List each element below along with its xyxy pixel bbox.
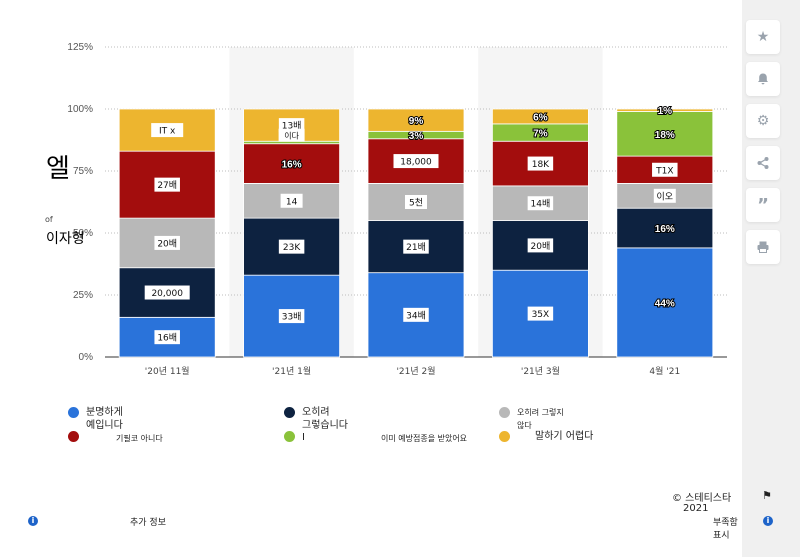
data-label: 21배 [406,242,426,253]
data-label: 3% [409,131,424,142]
additional-info-link[interactable]: 추가 정보 [130,515,166,528]
legend-label: 말하기 어렵다 [535,431,594,442]
data-label: 18% [655,130,675,141]
data-label: T1X [655,166,673,176]
legend-dot [499,431,510,442]
data-label: 14배 [531,199,551,210]
report-info-icon[interactable]: i [763,516,773,526]
data-label: 20배 [531,241,551,252]
legend-dot [499,407,510,418]
legend-label: 이미 예방접종을 받았어요 [381,434,468,443]
legend-dot [284,407,295,418]
x-tick-label: '20년 11월 [145,365,190,377]
y-tick-label: 100% [67,104,93,115]
legend-label-line2: 그렇습니다 [302,420,348,431]
legend-label-line2: 않다 [517,421,532,430]
chart-card: 0% 25% 50% 75% 100% 125% 엘 of 이자형 16배 20,000 20배 27배… [0,0,773,557]
data-label: 이오 [657,191,674,202]
legend-item-definitely-not[interactable]: 기필코 아니다 [68,430,163,445]
gear-icon[interactable]: ⚙ [746,104,780,138]
star-icon[interactable]: ★ [746,20,780,54]
data-label: 9% [409,116,424,127]
legend-dot [68,431,79,442]
data-label: 34배 [406,310,426,321]
y-tick-label: 25% [73,290,93,301]
legend-item-definitely-yes[interactable]: 분명하게 예입니다 [68,406,123,432]
copyright-statista[interactable]: © 스테티스타 [672,489,731,504]
data-label: IT x [159,127,176,137]
data-label: 18,000 [400,158,432,168]
legend-label: 오히려 그렇지 [517,408,564,417]
data-label: 5천 [409,198,423,209]
legend-item-vaccinated[interactable]: 이미 예방접종을 받았어요 [381,432,467,445]
data-label: 27배 [157,180,177,191]
legend-dot [284,431,295,442]
data-label: 44% [655,298,675,309]
print-icon[interactable] [746,230,780,264]
stacked-bar-chart: 0%25%50%75%100%125%엘of이자형16배20,00020배27배… [45,42,727,377]
data-label: 35X [532,310,550,320]
legend-label: I [302,432,305,443]
x-tick-label: '21년 2월 [396,365,435,377]
y-axis-label: 이자형 [46,231,85,247]
legend-item-i[interactable]: I [284,430,305,444]
data-label: 14 [286,197,298,207]
legend-label: 분명하게 [86,407,123,418]
copyright-year: 2021 [683,503,709,514]
share-icon[interactable] [746,146,780,180]
data-label: 18K [532,160,550,170]
legend-dot [68,407,79,418]
y-axis-title: 엘 [46,154,70,184]
x-tick-label: '21년 3월 [521,365,560,377]
data-label: 33배 [282,312,302,323]
legend-item-rather-no[interactable]: 오히려 그렇지않다 [499,406,564,432]
data-label: 1% [658,106,673,117]
y-tick-label: 0% [79,352,94,363]
data-label: 7% [533,129,548,140]
y-tick-label: 125% [67,42,93,53]
data-label: 23K [283,243,301,253]
legend-label: 기필코 아니다 [116,434,163,443]
info-icon[interactable]: i [28,516,38,526]
y-axis-subtitle: of [45,215,53,224]
y-tick-label: 75% [73,166,93,177]
data-label: 16배 [157,333,177,344]
report-link[interactable]: 부족함 표시 [713,515,742,541]
extra-label: 이다 [284,131,299,141]
data-label: 20배 [157,238,177,249]
legend-item-hard-to-say[interactable]: 말하기 어렵다 [499,430,593,443]
quote-icon[interactable]: ” [746,188,780,222]
x-tick-label: '21년 1월 [272,365,311,377]
flag-icon[interactable]: ⚑ [762,489,772,502]
legend-label: 오히려 [302,407,330,418]
data-label: 16% [655,224,675,235]
bell-icon[interactable] [746,62,780,96]
legend-item-rather-yes[interactable]: 오히려그렇습니다 [284,406,348,432]
x-tick-label: 4월 '21 [649,365,680,377]
data-label: 16% [282,160,302,171]
data-label: 20,000 [151,289,183,299]
data-label: 6% [533,112,548,123]
